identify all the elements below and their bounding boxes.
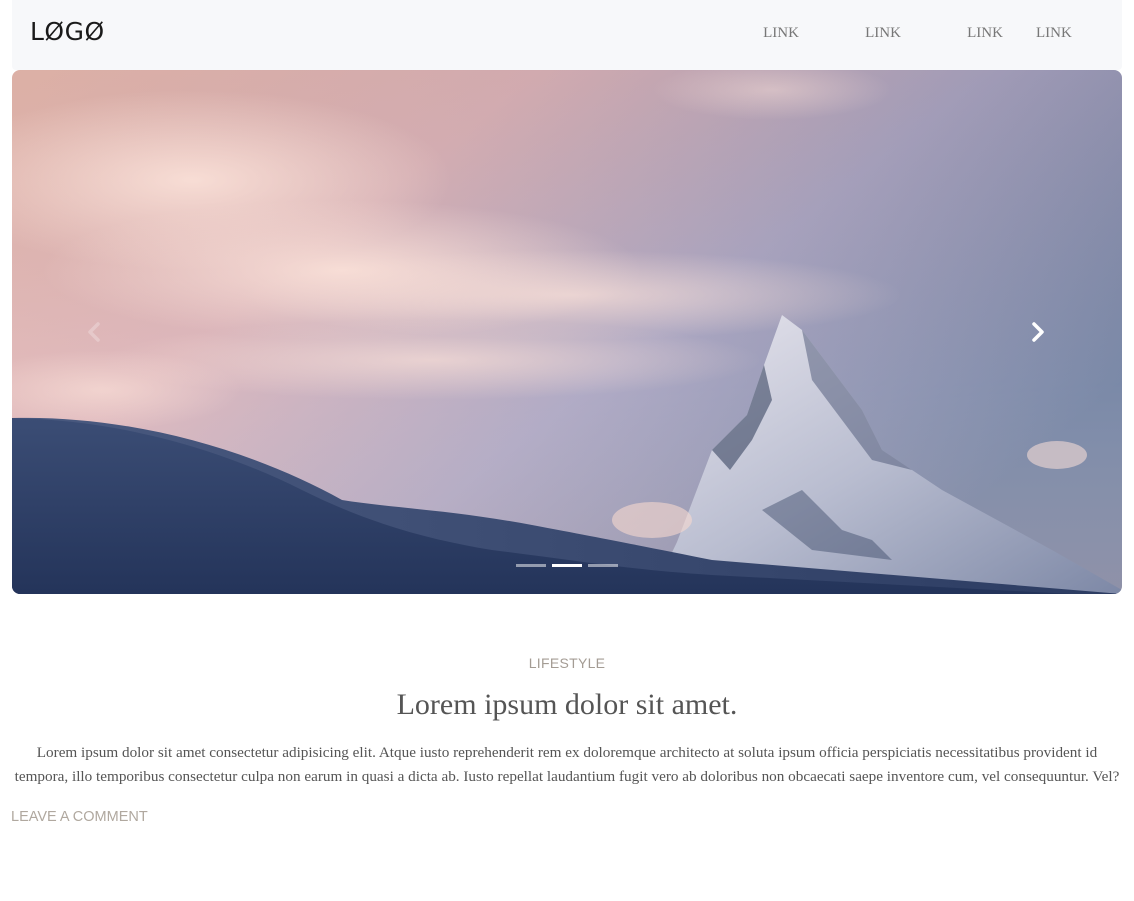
carousel-indicator-2[interactable] (552, 564, 582, 567)
carousel-slide-image (12, 70, 1122, 594)
hero-carousel (12, 70, 1122, 594)
post: LIFESTYLE Lorem ipsum dolor sit amet. Lo… (0, 655, 1134, 825)
carousel-indicator-3[interactable] (588, 564, 618, 567)
carousel-prev-button[interactable] (74, 316, 114, 348)
carousel-indicator-1[interactable] (516, 564, 546, 567)
logo[interactable]: LØGØ (30, 17, 105, 46)
post-body: Lorem ipsum dolor sit amet consectetur a… (14, 744, 1120, 785)
carousel-indicators (516, 564, 618, 567)
navbar: LØGØ LINK LINK LINK LINK (12, 0, 1122, 70)
nav-link-4[interactable]: LINK (1036, 25, 1122, 42)
post-category[interactable]: LIFESTYLE (0, 655, 1134, 671)
chevron-right-icon (1032, 322, 1044, 342)
chevron-left-icon (88, 322, 100, 342)
leave-comment-link[interactable]: LEAVE A COMMENT (11, 809, 1134, 825)
nav-link-1[interactable]: LINK (730, 25, 832, 42)
post-title: Lorem ipsum dolor sit amet. (396, 688, 738, 721)
nav-link-3[interactable]: LINK (934, 25, 1036, 42)
carousel-next-button[interactable] (1018, 316, 1058, 348)
nav-links: LINK LINK LINK LINK (730, 25, 1122, 42)
nav-link-2[interactable]: LINK (832, 25, 934, 42)
